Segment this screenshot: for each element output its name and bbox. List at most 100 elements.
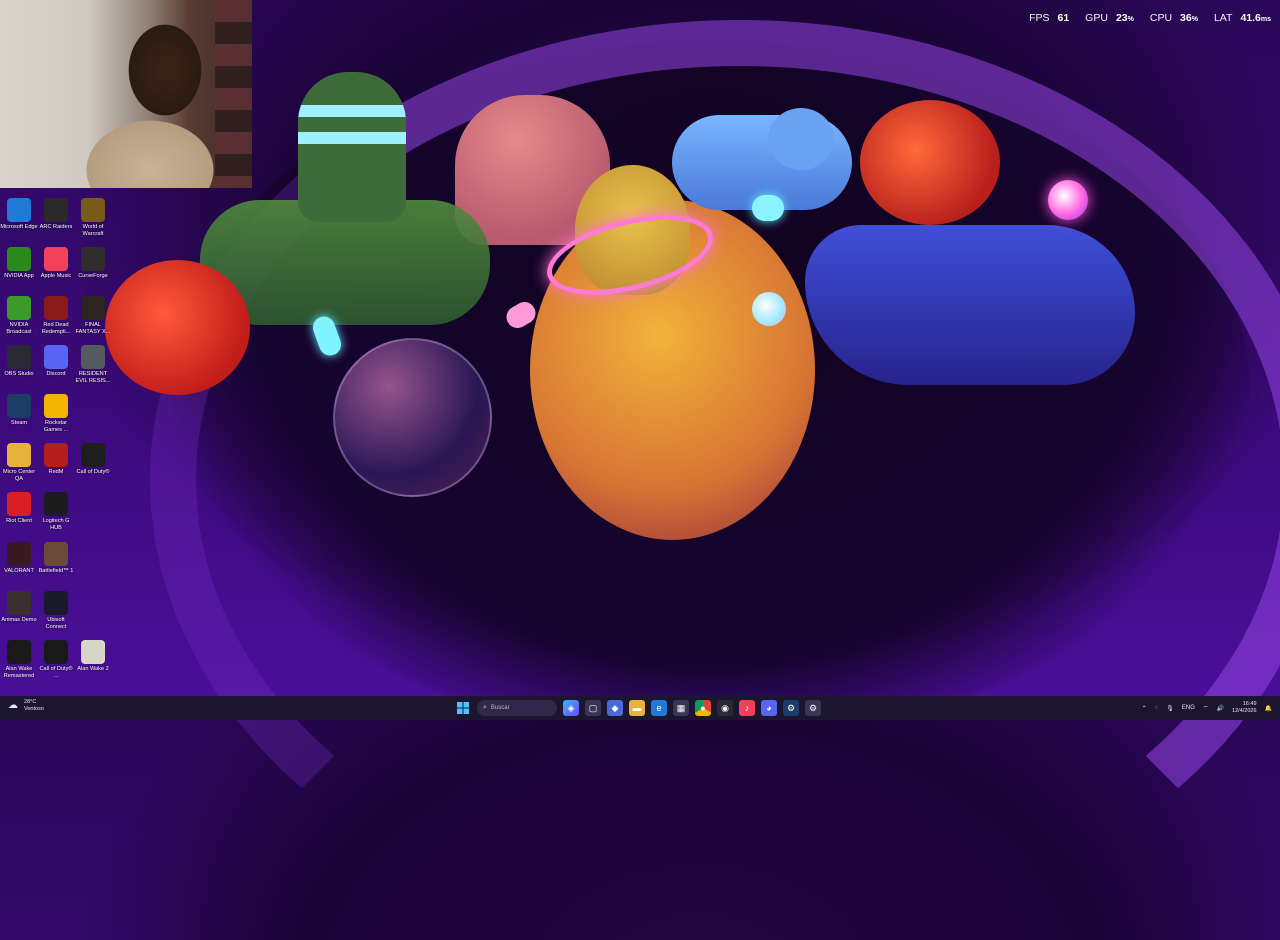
desktop-icon-wow[interactable]: World of Warcraft [74,198,112,237]
chrome-icon[interactable]: ● [695,700,711,716]
desktop-icon-label: Alan Wake Remastered [3,666,35,679]
desktop-icon-redm[interactable]: RedM [37,443,75,476]
hud-fps-value: 61 [1057,12,1070,24]
weather-widget[interactable]: ☁ 28°C Ventoso [8,699,44,712]
notification-bell-icon[interactable]: 🔔 [1265,705,1272,712]
wallpaper-red-fuzzball-left [105,260,250,395]
desktop-icon-alan-wake-2[interactable]: Alan Wake 2 [74,640,112,673]
wifi-icon[interactable]: ⌔ [1203,704,1209,712]
discord-icon[interactable]: ◕ [761,700,777,716]
desktop-icon-cod-mw[interactable]: Call of Duty® ... [37,640,75,679]
valorant-icon [7,542,31,566]
riot-icon [7,492,31,516]
desktop-icon-label: FINAL FANTASY X... [75,322,111,335]
network-icon[interactable]: ◌ [1155,705,1159,711]
widgets-icon[interactable]: ◆ [607,700,623,716]
taskbar-apps: ⌕ Buscar ◈ ▢ ◆ ▬ e ▦ ● ◉ ♪ ◕ ⚙ ⚙ [455,698,821,718]
desktop-icon-label: Animas Demo [1,617,37,623]
apple-music-icon[interactable]: ♪ [739,700,755,716]
folder-icon [7,443,31,467]
desktop-icon-label: Rockstar Games ... [43,420,69,433]
desktop-icon-curseforge[interactable]: CurseForge [74,247,112,280]
desktop-icon-nvidia-broadcast[interactable]: NVIDIA Broadcast [0,296,38,335]
edge-icon[interactable]: e [651,700,667,716]
desktop-icon-label: Micro Center QA [2,469,36,482]
wallpaper-pink-orb [1048,180,1088,220]
music-icon [44,247,68,271]
desktop-icon-battlefield[interactable]: Battlefield™ 1 [37,542,75,575]
hud-lat: LAT 41.6ms [1214,12,1271,24]
wallpaper-cyan-bean-2 [752,195,784,221]
task-view-icon[interactable]: ▢ [585,700,601,716]
steam-icon[interactable]: ⚙ [783,700,799,716]
desktop-icon-cod[interactable]: Call of Duty® [74,443,112,476]
desktop-icon-label: RedM [48,469,64,475]
clock-time: 16:49 [1242,701,1257,707]
desktop-icon-label: VALORANT [4,568,34,574]
desktop-icon-obs[interactable]: OBS Studio [0,345,38,378]
desktop-icon-logitech[interactable]: Logitech G HUB [37,492,75,531]
desktop-icon-label: OBS Studio [4,371,34,377]
store-icon[interactable]: ▦ [673,700,689,716]
desktop-icon-nvidia[interactable]: NVIDIA App [0,247,38,280]
desktop-icon-label: Call of Duty® ... [39,666,73,679]
ubisoft-icon [44,591,68,615]
alan-wake-2-icon [81,640,105,664]
webcam-overlay [0,0,252,188]
chevron-up-icon[interactable]: ⌃ [1142,705,1147,712]
desktop-icon-label: Battlefield™ 1 [38,568,74,574]
desktop-icon-ff[interactable]: FINAL FANTASY X... [74,296,112,335]
volume-icon[interactable]: 🔊 [1217,705,1224,712]
desktop-icon-riot[interactable]: Riot Client [0,492,38,525]
file-explorer-icon[interactable]: ▬ [629,700,645,716]
desktop-icon-label: ARC Raiders [39,224,73,230]
desktop-icon-ubisoft[interactable]: Ubisoft Connect [37,591,75,630]
rockstar-icon [44,394,68,418]
copilot-icon[interactable]: ◈ [563,700,579,716]
desktop-icon-label: Riot Client [6,518,32,524]
cod-icon [81,443,105,467]
wallpaper-red-fuzzball-top [860,100,1000,225]
obs-icon[interactable]: ◉ [717,700,733,716]
desktop-icon-re[interactable]: RESIDENT EVIL RESIS... [74,345,112,384]
animas-icon [7,591,31,615]
desktop-icon-animas[interactable]: Animas Demo [0,591,38,624]
settings-icon[interactable]: ⚙ [805,700,821,716]
desktop-icon-discord[interactable]: Discord [37,345,75,378]
microphone-icon[interactable]: 🎙 [1166,705,1174,712]
search-placeholder: Buscar [490,705,510,711]
desktop-icon-music[interactable]: Apple Music [37,247,75,280]
desktop-icon-label: Steam [10,420,28,426]
desktop-icon-alan-wake[interactable]: Alan Wake Remastered [0,640,38,679]
taskbar-search[interactable]: ⌕ Buscar [477,700,557,716]
hud-cpu: CPU 36% [1150,12,1198,24]
clock[interactable]: 16:49 12/4/2026 [1232,701,1256,715]
weather-condition: Ventoso [24,705,44,712]
system-tray: ⌃ ◌ 🎙 ENG ⌔ 🔊 16:49 12/4/2026 🔔 [1142,698,1272,718]
desktop-icon-rockstar[interactable]: Rockstar Games ... [37,394,75,433]
obs-icon [7,345,31,369]
weather-icon: ☁ [8,699,18,711]
desktop-icon-label: NVIDIA Broadcast [6,322,32,335]
desktop-icon-edge[interactable]: Microsoft Edge [0,198,38,231]
hud-lat-unit: ms [1260,16,1271,23]
desktop-icon-label: Apple Music [40,273,72,279]
clock-date: 12/4/2026 [1232,708,1257,714]
hud-cpu-value: 36 [1180,12,1192,24]
desktop-icon-label: Discord [46,371,66,377]
desktop-icon-label: Call of Duty® [76,469,110,475]
language-indicator[interactable]: ENG [1182,705,1195,711]
rdr-icon [44,296,68,320]
desktop-icon-steam[interactable]: Steam [0,394,38,427]
steam-icon [7,394,31,418]
wow-icon [81,198,105,222]
desktop-icon-rdr[interactable]: Red Dead Redempti... [37,296,75,335]
start-button[interactable] [455,700,471,716]
desktop-icon-folder[interactable]: Micro Center QA [0,443,38,482]
logitech-icon [44,492,68,516]
desktop-icon-arc-raiders[interactable]: ARC Raiders [37,198,75,231]
wallpaper-green-creature-top [298,72,406,222]
hud-gpu-label: GPU [1085,12,1108,24]
desktop-icon-label: CurseForge [78,273,108,279]
desktop-icon-valorant[interactable]: VALORANT [0,542,38,575]
